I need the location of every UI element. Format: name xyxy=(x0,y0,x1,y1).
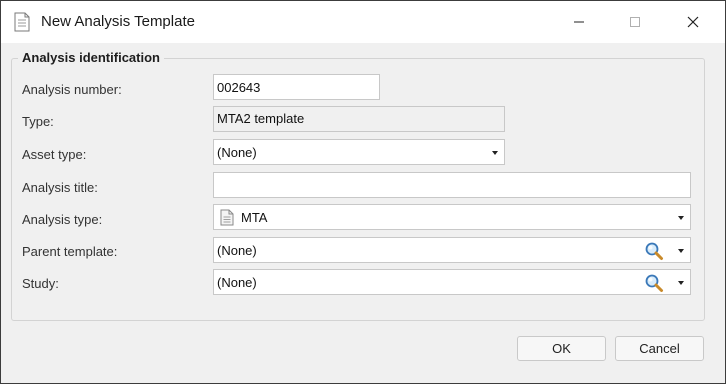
asset-type-label: Asset type: xyxy=(22,147,87,162)
analysis-type-label: Analysis type: xyxy=(22,212,103,227)
analysis-number-value: 002643 xyxy=(217,80,261,95)
group-title: Analysis identification xyxy=(18,50,164,65)
analysis-number-input[interactable]: 002643 xyxy=(213,74,380,100)
type-value: MTA2 template xyxy=(217,111,305,126)
asset-type-value: (None) xyxy=(217,145,257,160)
search-icon[interactable] xyxy=(644,273,664,293)
chevron-down-icon[interactable] xyxy=(673,271,689,294)
document-icon xyxy=(14,12,30,32)
parent-template-select[interactable]: (None) xyxy=(213,237,691,263)
type-field: MTA2 template xyxy=(213,106,505,132)
minimize-button[interactable] xyxy=(556,1,602,43)
study-label: Study: xyxy=(22,276,59,291)
parent-template-value: (None) xyxy=(217,243,257,258)
analysis-type-value: MTA xyxy=(241,210,268,225)
analysis-title-label: Analysis title: xyxy=(22,180,98,195)
analysis-type-select[interactable]: MTA xyxy=(213,204,691,230)
minimize-icon xyxy=(574,21,584,23)
study-select[interactable]: (None) xyxy=(213,269,691,295)
analysis-number-label: Analysis number: xyxy=(22,82,122,97)
title-bar: New Analysis Template xyxy=(1,1,725,43)
study-value: (None) xyxy=(217,275,257,290)
ok-button[interactable]: OK xyxy=(517,336,606,361)
chevron-down-icon[interactable] xyxy=(487,141,503,164)
asset-type-select[interactable]: (None) xyxy=(213,139,505,165)
parent-template-label: Parent template: xyxy=(22,244,118,259)
dialog-window: New Analysis Template Analysis identific… xyxy=(0,0,726,384)
chevron-down-icon[interactable] xyxy=(673,239,689,262)
close-icon xyxy=(687,16,699,28)
document-icon xyxy=(220,209,234,226)
analysis-title-input[interactable] xyxy=(213,172,691,198)
close-button[interactable] xyxy=(670,1,716,43)
maximize-icon xyxy=(630,17,640,27)
type-label: Type: xyxy=(22,114,54,129)
cancel-button[interactable]: Cancel xyxy=(615,336,704,361)
search-icon[interactable] xyxy=(644,241,664,261)
chevron-down-icon[interactable] xyxy=(673,206,689,229)
window-title: New Analysis Template xyxy=(41,13,195,30)
maximize-button[interactable] xyxy=(612,1,658,43)
